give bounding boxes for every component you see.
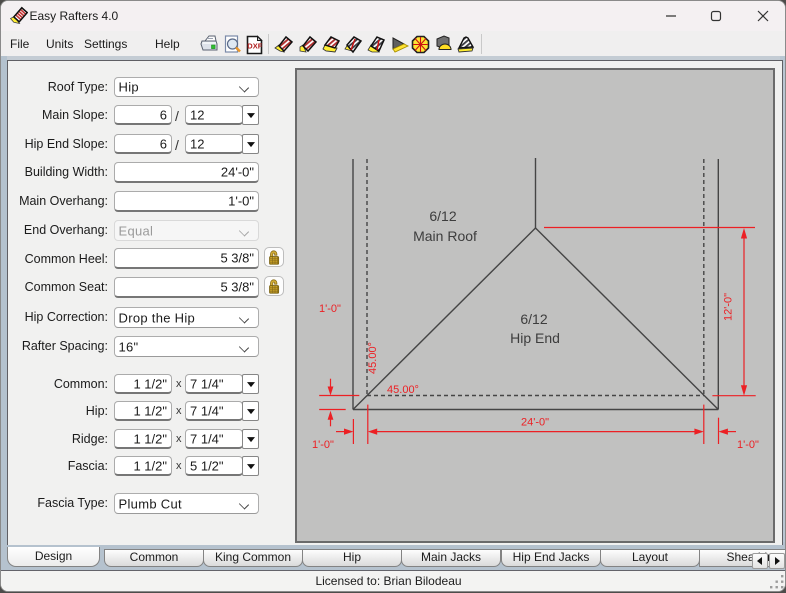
svg-text:Hip End: Hip End [510, 330, 560, 346]
svg-text:6/12: 6/12 [520, 311, 547, 327]
svg-text:6/12: 6/12 [429, 208, 456, 224]
svg-text:12'-0": 12'-0" [723, 293, 735, 321]
svg-text:1'-0": 1'-0" [312, 439, 334, 451]
svg-text:Main Roof: Main Roof [413, 228, 477, 244]
svg-text:1'-0": 1'-0" [737, 439, 759, 451]
svg-text:24'-0": 24'-0" [521, 417, 549, 429]
svg-text:1'-0": 1'-0" [319, 303, 341, 315]
svg-text:45.00°: 45.00° [367, 342, 379, 374]
svg-text:45.00°: 45.00° [387, 384, 419, 396]
svg-text:DXF: DXF [247, 42, 262, 51]
